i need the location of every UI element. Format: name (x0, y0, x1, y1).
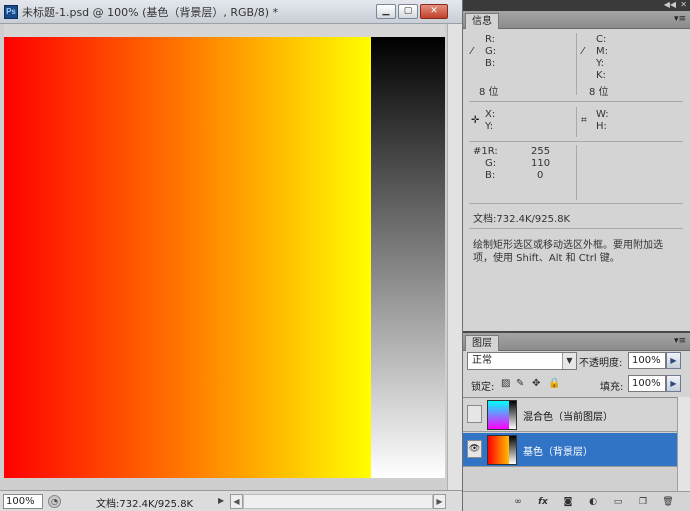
fill-input[interactable]: 100% (628, 375, 666, 392)
blend-mode-select[interactable]: 正常 ▼ (467, 352, 577, 370)
bit-depth-left: 8 位 (479, 87, 499, 98)
selection-size-icon: ⌗ (581, 115, 587, 126)
bit-depth-right: 8 位 (589, 87, 609, 98)
trash-icon[interactable]: 🗑 (661, 495, 675, 509)
lock-label: 锁定: (471, 382, 495, 393)
position-y-label: Y: (485, 121, 494, 132)
eye-icon[interactable]: 👁 (467, 440, 482, 458)
layers-scrollbar[interactable] (677, 397, 690, 491)
canvas-gutter (4, 24, 445, 37)
mask-icon[interactable]: ◙ (561, 495, 575, 509)
fill-slider-button[interactable]: ▶ (666, 375, 681, 392)
image-canvas[interactable] (4, 37, 445, 478)
scroll-left-button[interactable]: ◀ (230, 494, 243, 509)
new-layer-icon[interactable]: ❐ (636, 495, 650, 509)
document-titlebar[interactable]: Ps 未标题-1.psd @ 100% (基色（背景层）, RGB/8) * ▁… (0, 0, 462, 24)
layers-menu-icon[interactable]: ▾≡ (674, 336, 686, 346)
panel-menu-icon[interactable]: ▾≡ (674, 14, 686, 24)
layer-name: 混合色（当前图层） (523, 412, 613, 423)
group-icon[interactable]: ▭ (611, 495, 625, 509)
cmyk-c-label: C: (596, 34, 607, 45)
info-doc-size: 文档:732.4K/925.8K (473, 214, 571, 225)
document-window: Ps 未标题-1.psd @ 100% (基色（背景层）, RGB/8) * ▁… (0, 0, 462, 511)
sample-r-label: #1R: (473, 146, 498, 157)
collapse-dock-icon[interactable]: ◀◀ (664, 0, 676, 10)
black-white-gradient (371, 37, 445, 478)
photoshop-logo-icon: Ps (4, 5, 18, 19)
size-h-label: H: (596, 121, 607, 132)
position-x-label: X: (485, 109, 496, 120)
sample-g-value: 110 (531, 158, 551, 169)
fx-icon[interactable]: fx (536, 495, 550, 509)
rgb-b-label: B: (485, 58, 496, 69)
layer-thumbnail (487, 435, 517, 465)
layers-panel: 图层 ▾≡ 正常 ▼ 不透明度: 100% ▶ 锁定: ▨ ✎ ✥ 🔒 填充: … (463, 333, 690, 511)
layers-panel-tabbar: 图层 ▾≡ (463, 333, 690, 351)
status-menu-arrow-icon[interactable]: ▶ (218, 496, 224, 505)
tab-info[interactable]: 信息 (465, 13, 499, 29)
size-w-label: W: (596, 109, 609, 120)
close-button[interactable]: ✕ (420, 4, 448, 19)
lock-all-icon[interactable]: 🔒 (548, 378, 560, 389)
layer-list: 混合色（当前图层） 👁 基色（背景层） (463, 397, 677, 491)
red-yellow-gradient (4, 37, 371, 478)
panel-dock: ◀◀ ✕ 信息 ▾≡ R: ⁄ G: B: 8 位 C: ⁄ M: Y: K: … (463, 0, 690, 511)
layer-visibility-toggle[interactable] (467, 405, 482, 423)
document-size-status: 文档:732.4K/925.8K (96, 499, 194, 510)
minimize-button[interactable]: ▁ (376, 4, 396, 19)
opacity-label: 不透明度: (579, 358, 623, 369)
close-dock-icon[interactable]: ✕ (680, 0, 687, 10)
horizontal-scrollbar[interactable] (243, 494, 433, 509)
lock-pixels-icon[interactable]: ✎ (516, 378, 524, 389)
cmyk-m-label: M: (596, 46, 608, 57)
fill-label: 填充: (600, 382, 624, 393)
rgb-r-label: R: (485, 34, 496, 45)
tab-layers[interactable]: 图层 (465, 335, 499, 351)
adjustment-icon[interactable]: ◐ (586, 495, 600, 509)
lock-transparency-icon[interactable]: ▨ (501, 378, 510, 389)
info-panel-tabbar: 信息 ▾≡ (463, 11, 690, 29)
layer-thumbnail (487, 400, 517, 430)
rgb-g-label: G: (485, 46, 497, 57)
sample-g-label: G: (485, 158, 497, 169)
blend-mode-value: 正常 (472, 355, 492, 366)
crosshair-icon: ✛ (471, 115, 480, 126)
layer-row-base[interactable]: 👁 基色（背景层） (463, 433, 677, 467)
layer-name: 基色（背景层） (523, 447, 593, 458)
sample-r-value: 255 (531, 146, 551, 157)
layer-row-blend[interactable]: 混合色（当前图层） (463, 398, 677, 432)
vertical-scrollbar[interactable] (447, 24, 462, 490)
scroll-right-button[interactable]: ▶ (433, 494, 446, 509)
cmyk-y-label: Y: (596, 58, 605, 69)
chevron-down-icon[interactable]: ▼ (562, 353, 576, 369)
link-icon[interactable]: ∞ (511, 495, 525, 509)
sample-b-label: B: (485, 170, 496, 181)
tool-hint-line-2: 项，使用 Shift、Alt 和 Ctrl 键。 (473, 253, 620, 264)
zoom-field[interactable]: 100% (3, 494, 43, 509)
eyedropper-cmyk-icon[interactable]: ⁄ (582, 46, 584, 57)
document-title: 未标题-1.psd @ 100% (基色（背景层）, RGB/8) * (22, 6, 279, 19)
layers-footer: ∞ fx ◙ ◐ ▭ ❐ 🗑 (463, 491, 690, 511)
cmyk-k-label: K: (596, 70, 606, 81)
status-info-icon[interactable]: ◔ (48, 495, 61, 508)
status-bar: 100% ◔ 文档:732.4K/925.8K ▶ ◀ ▶ (0, 490, 462, 511)
opacity-slider-button[interactable]: ▶ (666, 352, 681, 369)
lock-position-icon[interactable]: ✥ (532, 378, 540, 389)
sample-b-value: 0 (537, 170, 544, 181)
info-panel: 信息 ▾≡ R: ⁄ G: B: 8 位 C: ⁄ M: Y: K: 8 位 ✛… (463, 11, 690, 331)
opacity-input[interactable]: 100% (628, 352, 666, 369)
maximize-button[interactable]: ▢ (398, 4, 418, 19)
eyedropper-icon[interactable]: ⁄ (471, 46, 473, 57)
dock-header: ◀◀ ✕ (463, 0, 690, 11)
